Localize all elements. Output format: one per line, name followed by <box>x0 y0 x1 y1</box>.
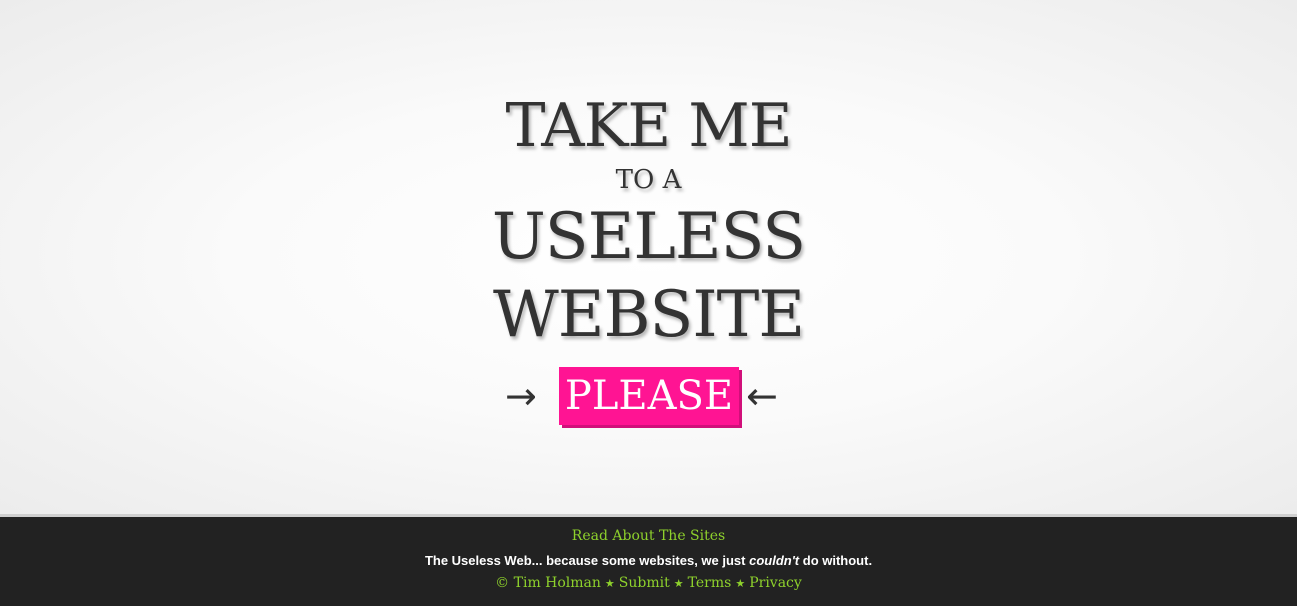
headline-to-a: TO A <box>615 165 682 195</box>
star-separator-icon: ★ <box>604 577 615 590</box>
headline-useless: USELESS <box>491 200 806 274</box>
tagline: The Useless Web... because some websites… <box>0 553 1297 568</box>
star-separator-icon: ★ <box>735 577 746 590</box>
star-separator-icon: ★ <box>673 577 684 590</box>
arrow-right-icon: → <box>505 374 537 418</box>
footer-links: © Tim Holman ★ Submit ★ Terms ★ Privacy <box>0 575 1297 591</box>
terms-link[interactable]: Terms <box>688 575 732 591</box>
submit-link[interactable]: Submit <box>619 575 670 591</box>
read-about-container: Read About The Sites <box>0 527 1297 545</box>
copyright-link[interactable]: © Tim Holman <box>495 575 601 591</box>
headline-take-me: TAKE ME <box>505 91 793 161</box>
arrow-left-icon: ← <box>746 374 778 418</box>
please-button[interactable]: PLEASE <box>559 367 739 425</box>
tagline-pre: The Useless Web... because some websites… <box>424 553 750 568</box>
footer: Read About The Sites The Useless Web... … <box>0 517 1297 606</box>
privacy-link[interactable]: Privacy <box>749 575 802 591</box>
tagline-post: do without. <box>799 553 873 568</box>
please-row: → PLEASE ← <box>0 366 1297 430</box>
headline-website: WEBSITE <box>492 278 805 352</box>
main-area: TAKE ME TO A USELESS WEBSITE → PLEASE ← <box>0 0 1297 514</box>
tagline-emphasis: couldn't <box>749 553 800 568</box>
read-about-link[interactable]: Read About The Sites <box>572 528 725 544</box>
